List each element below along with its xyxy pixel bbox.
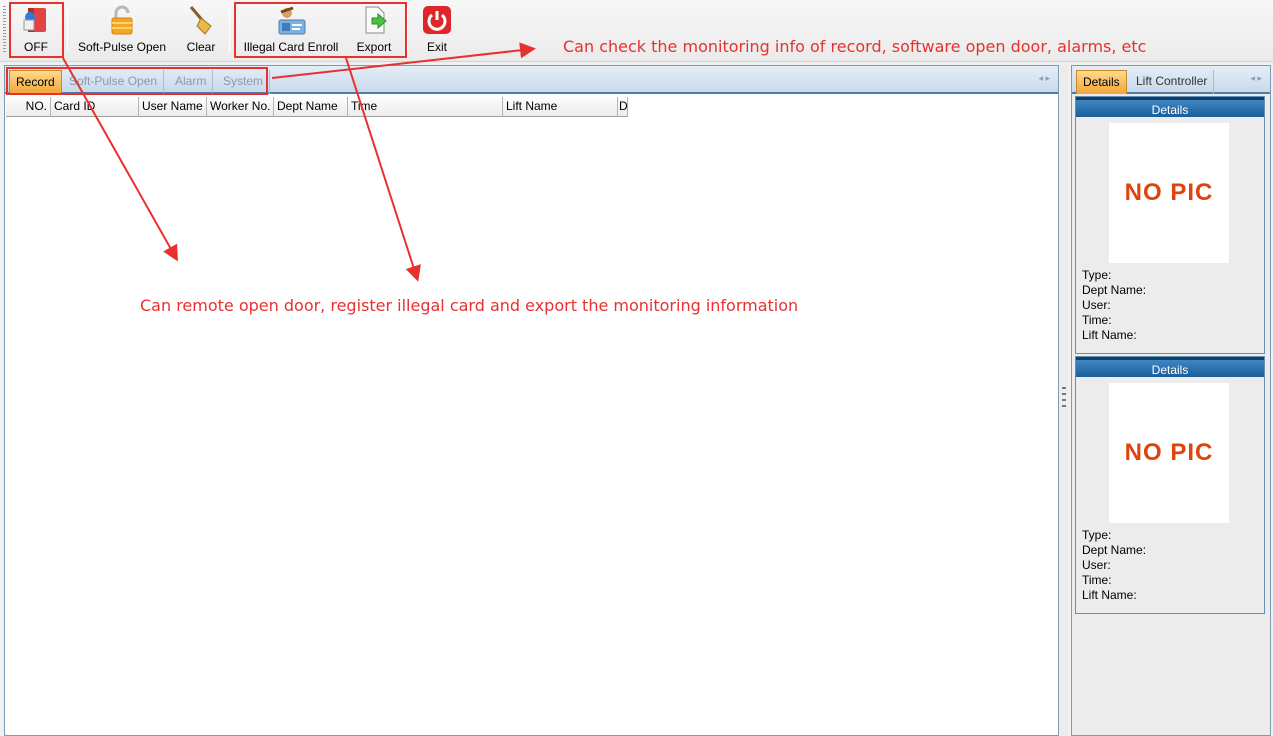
column-lift-name[interactable]: Lift Name — [503, 97, 618, 117]
details-card-1: Details NO PIC Type: Dept Name: User: Ti… — [1075, 96, 1265, 354]
column-d[interactable]: D — [618, 97, 628, 117]
record-grid-header: NO. Card ID User Name Worker No. Dept Na… — [6, 97, 628, 117]
field-user: User: — [1082, 558, 1111, 572]
no-pic-image: NO PIC — [1109, 383, 1229, 523]
field-dept-name: Dept Name: — [1082, 543, 1147, 557]
highlight-off — [9, 2, 64, 58]
column-user-name[interactable]: User Name — [139, 97, 207, 117]
field-time: Time: — [1082, 573, 1112, 587]
panel-splitter[interactable] — [1060, 65, 1068, 736]
field-lift-name: Lift Name: — [1082, 588, 1137, 602]
details-tab-scroll-arrows[interactable]: ◂ ▸ — [1250, 73, 1262, 84]
toolbar-separator — [407, 8, 408, 52]
clear-label: Clear — [186, 40, 216, 54]
column-dept-name[interactable]: Dept Name — [274, 97, 348, 117]
soft-pulse-open-label: Soft-Pulse Open — [77, 40, 167, 54]
toolbar-separator — [67, 8, 68, 52]
field-type: Type: — [1082, 528, 1112, 542]
no-pic-image: NO PIC — [1109, 123, 1229, 263]
highlight-tabs — [6, 67, 268, 95]
highlight-enroll-export — [234, 2, 407, 58]
unlock-icon — [106, 4, 138, 36]
exit-label: Exit — [426, 40, 447, 54]
details-header: Details — [1076, 97, 1264, 117]
field-user: User: — [1082, 298, 1111, 312]
monitor-panel: Record Soft-Pulse Open Alarm System ◂ ▸ … — [4, 65, 1059, 736]
exit-button[interactable]: Exit — [419, 0, 455, 58]
details-tab-strip: Details Lift Controller ◂ ▸ — [1072, 66, 1270, 94]
field-time: Time: — [1082, 313, 1112, 327]
field-lift-name: Lift Name: — [1082, 328, 1137, 342]
column-time[interactable]: Time — [348, 97, 503, 117]
tab-lift-controller[interactable]: Lift Controller — [1130, 70, 1215, 94]
column-card-id[interactable]: Card ID — [51, 97, 139, 117]
annotation-top: Can check the monitoring info of record,… — [563, 37, 1147, 56]
details-panel: Details Lift Controller ◂ ▸ Details NO P… — [1071, 65, 1271, 736]
details-header: Details — [1076, 357, 1264, 377]
annotation-middle: Can remote open door, register illegal c… — [140, 296, 799, 315]
tab-scroll-arrows[interactable]: ◂ ▸ — [1038, 73, 1050, 84]
toolbar-separator — [229, 8, 230, 52]
field-dept-name: Dept Name: — [1082, 283, 1147, 297]
details-card-2: Details NO PIC Type: Dept Name: User: Ti… — [1075, 356, 1265, 614]
clear-button[interactable]: Clear — [181, 0, 221, 58]
power-icon — [421, 4, 453, 36]
column-worker-no[interactable]: Worker No. — [207, 97, 274, 117]
soft-pulse-open-button[interactable]: Soft-Pulse Open — [74, 0, 170, 58]
tab-details[interactable]: Details — [1076, 70, 1127, 94]
toolbar-grip[interactable] — [3, 6, 6, 54]
column-no[interactable]: NO. — [6, 97, 51, 117]
broom-icon — [185, 4, 217, 36]
field-type: Type: — [1082, 268, 1112, 282]
